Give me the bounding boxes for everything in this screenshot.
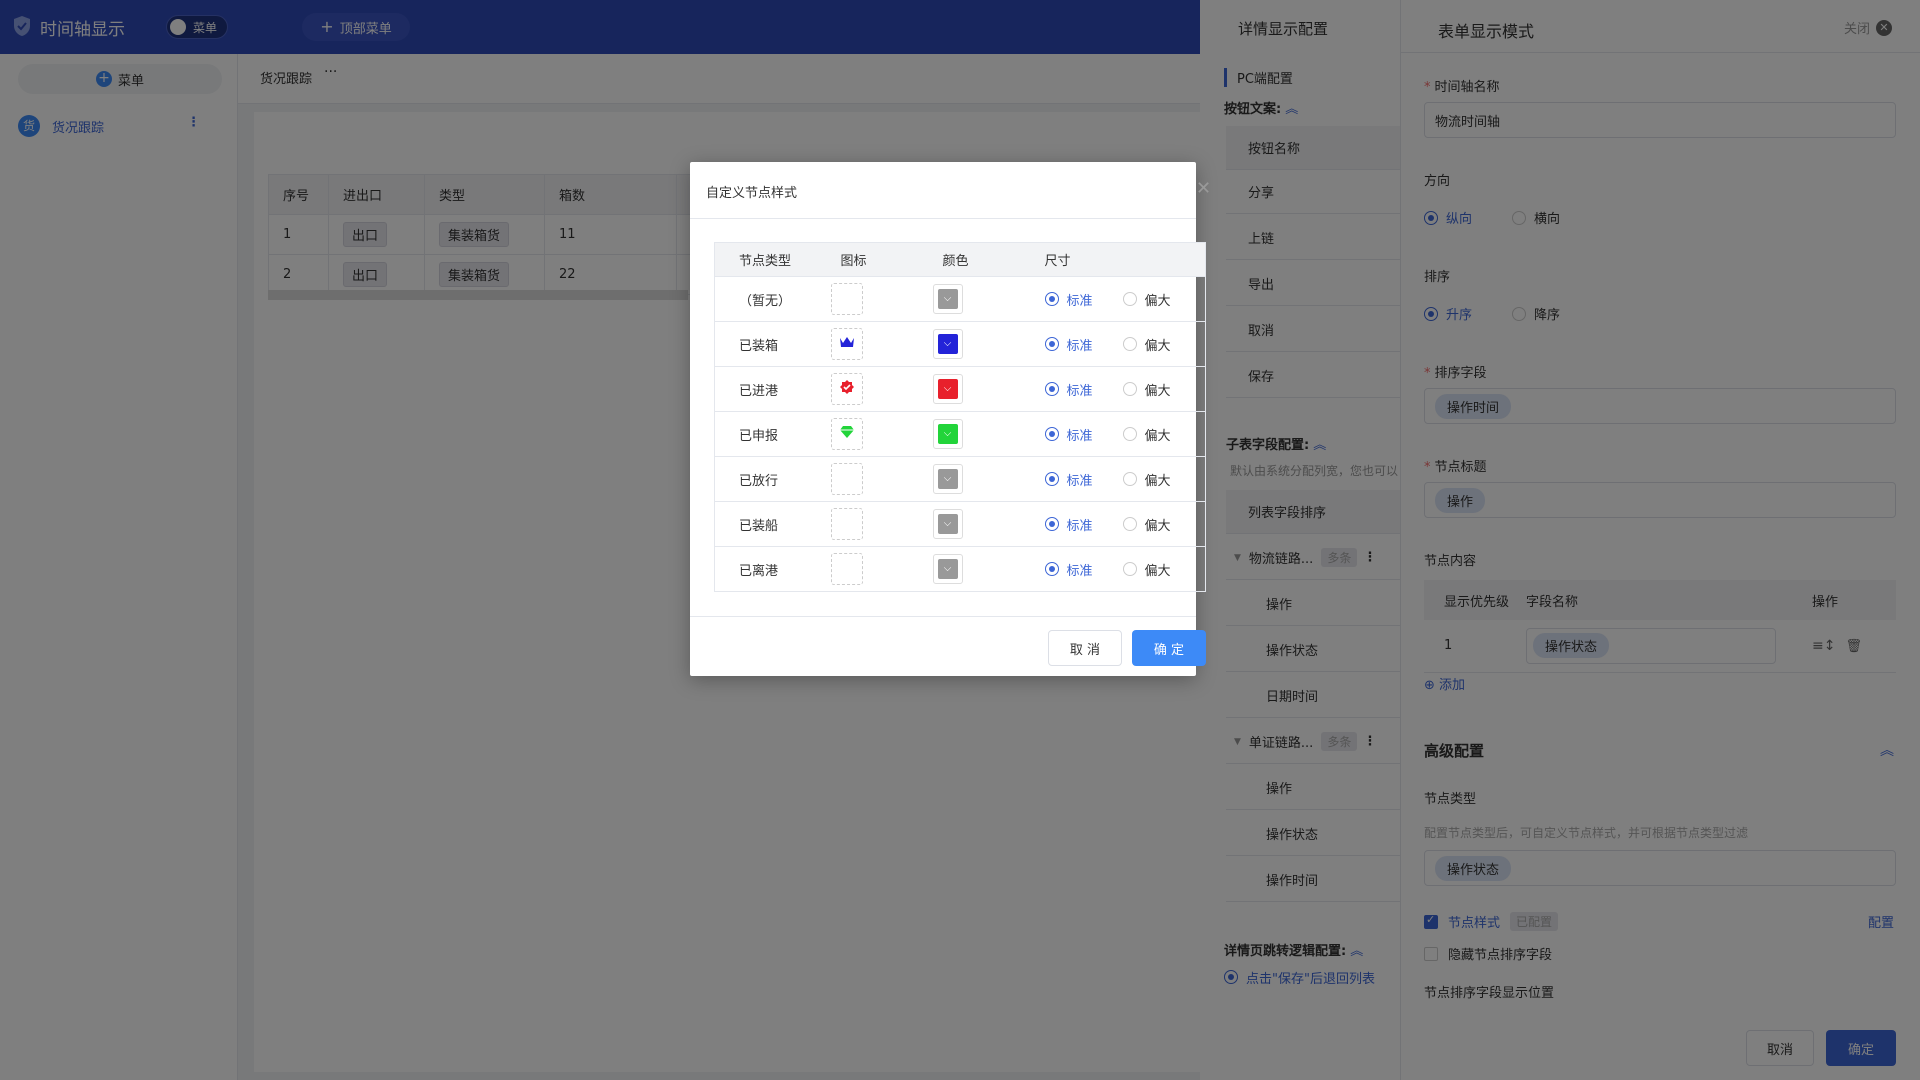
column-header: 节点类型 [714,242,817,277]
modal-title: 自定义节点样式 [706,186,798,201]
chevron-down-icon: ⌵ [937,424,958,444]
radio-icon [1044,427,1059,441]
radio-icon [1044,517,1059,531]
node-style-row: 已装船 ⌵ 标准 偏大 [714,501,1206,547]
badge-icon [839,379,855,399]
size-option[interactable]: 偏大 [1122,470,1171,489]
radio-icon [1122,292,1137,306]
close-icon[interactable]: ✕ [1196,178,1211,199]
color-picker[interactable]: ⌵ [932,464,963,494]
chevron-down-icon: ⌵ [937,469,958,489]
icon-picker[interactable] [830,508,863,540]
radio-icon [1044,562,1059,576]
chevron-down-icon: ⌵ [937,559,958,579]
node-style-row: 已进港 ⌵ 标准 偏大 [714,366,1206,412]
crown-icon [839,335,855,353]
icon-picker[interactable] [830,463,863,495]
column-header: 颜色 [918,242,1021,277]
chevron-down-icon: ⌵ [937,514,958,534]
node-style-row: （暂无） ⌵ 标准 偏大 [714,276,1206,322]
node-type-cell: 已装箱 [714,321,817,367]
color-picker[interactable]: ⌵ [932,374,963,404]
node-type-cell: （暂无） [714,276,817,322]
size-option[interactable]: 偏大 [1122,515,1171,534]
radio-icon [1044,292,1059,306]
radio-icon [1122,427,1137,441]
size-option[interactable]: 偏大 [1122,380,1171,399]
chevron-down-icon: ⌵ [937,334,958,354]
color-picker[interactable]: ⌵ [932,284,963,314]
size-option[interactable]: 标准 [1044,290,1093,309]
diamond-icon [839,425,855,443]
node-style-table: 节点类型 图标 颜色 尺寸 （暂无） ⌵ 标准 偏大 已装箱 ⌵ 标准 偏大 已进港 ⌵ 标准 偏大已… [714,242,1206,592]
radio-icon [1044,472,1059,486]
modal-ok-button[interactable]: 确 定 [1132,630,1206,666]
icon-picker[interactable] [830,328,863,360]
radio-icon [1122,562,1137,576]
divider [690,616,1196,617]
radio-icon [1122,337,1137,351]
color-picker[interactable]: ⌵ [932,329,963,359]
radio-icon [1122,517,1137,531]
node-type-cell: 已放行 [714,456,817,502]
chevron-down-icon: ⌵ [937,289,958,309]
column-header: 尺寸 [1020,242,1206,277]
node-style-row: 已放行 ⌵ 标准 偏大 [714,456,1206,502]
icon-picker[interactable] [830,418,863,450]
size-option[interactable]: 标准 [1044,380,1093,399]
size-option[interactable]: 标准 [1044,470,1093,489]
node-style-row: 已申报 ⌵ 标准 偏大 [714,411,1206,457]
color-picker[interactable]: ⌵ [932,419,963,449]
size-option[interactable]: 偏大 [1122,560,1171,579]
divider [690,218,1196,219]
icon-picker[interactable] [830,283,863,315]
size-option[interactable]: 标准 [1044,425,1093,444]
column-header: 图标 [816,242,919,277]
size-option[interactable]: 偏大 [1122,335,1171,354]
radio-icon [1122,472,1137,486]
color-picker[interactable]: ⌵ [932,509,963,539]
node-type-cell: 已装船 [714,501,817,547]
radio-icon [1122,382,1137,396]
icon-picker[interactable] [830,553,863,585]
radio-icon [1044,337,1059,351]
node-type-cell: 已申报 [714,411,817,457]
size-option[interactable]: 标准 [1044,515,1093,534]
size-option[interactable]: 偏大 [1122,425,1171,444]
node-style-row: 已装箱 ⌵ 标准 偏大 [714,321,1206,367]
chevron-down-icon: ⌵ [937,379,958,399]
node-type-cell: 已进港 [714,366,817,412]
icon-picker[interactable] [830,373,863,405]
modal-cancel-button[interactable]: 取 消 [1048,630,1122,666]
size-option[interactable]: 标准 [1044,335,1093,354]
size-option[interactable]: 偏大 [1122,290,1171,309]
node-style-row: 已离港 ⌵ 标准 偏大 [714,546,1206,592]
color-picker[interactable]: ⌵ [932,554,963,584]
node-type-cell: 已离港 [714,546,817,592]
radio-icon [1044,382,1059,396]
size-option[interactable]: 标准 [1044,560,1093,579]
